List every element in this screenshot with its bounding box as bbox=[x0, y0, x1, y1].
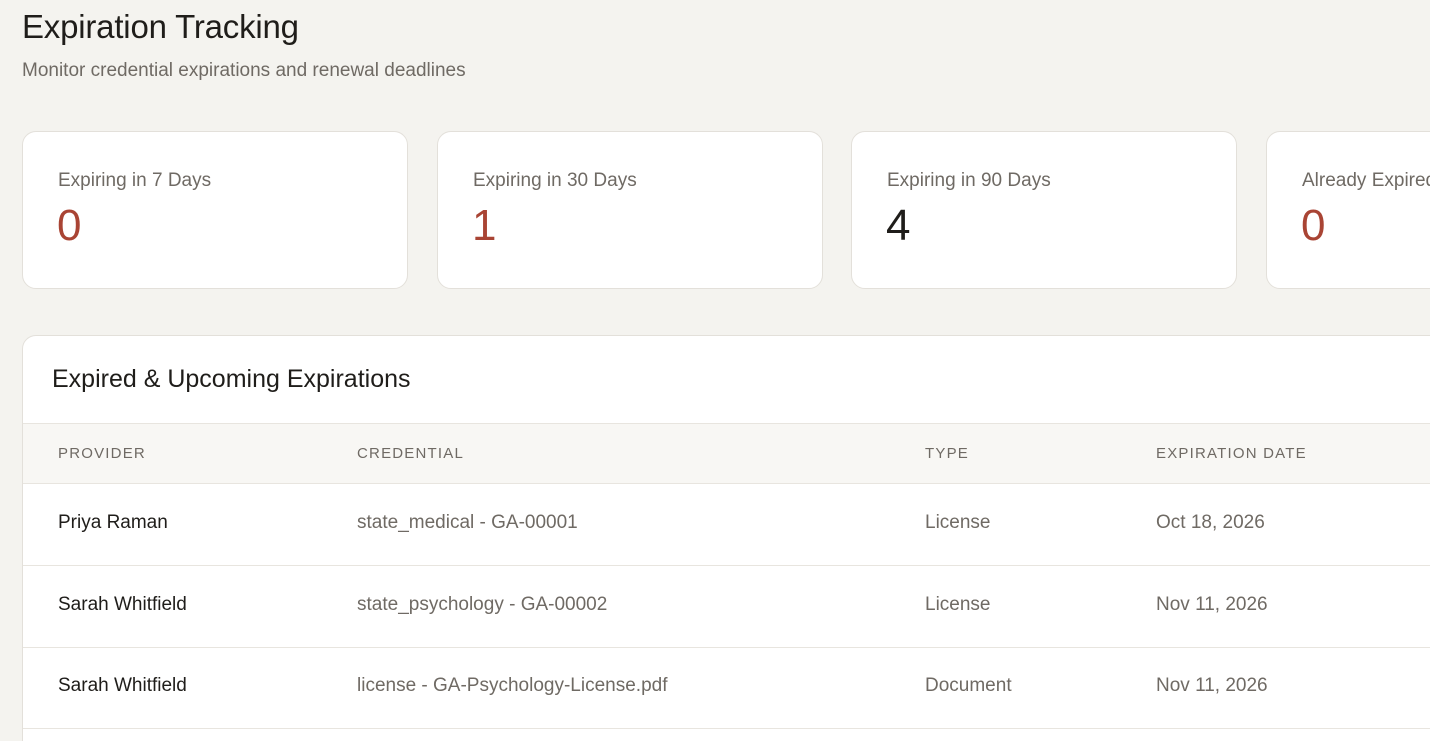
column-header-credential[interactable]: Credential bbox=[357, 445, 464, 462]
expiration-date: Oct 18, 2026 bbox=[1156, 512, 1265, 533]
stat-value: 0 bbox=[57, 201, 82, 250]
credential-name: state_psychology - GA-00002 bbox=[357, 594, 608, 615]
credential-name: state_medical - GA-00001 bbox=[357, 512, 578, 533]
column-header-expiration-date[interactable]: Expiration Date bbox=[1156, 445, 1307, 462]
expiration-date: Nov 11, 2026 bbox=[1156, 594, 1268, 615]
table-row[interactable]: Sarah Whitfield state_psychology - GA-00… bbox=[23, 566, 1430, 648]
expiration-date: Nov 11, 2026 bbox=[1156, 675, 1268, 696]
stat-label: Expiring in 7 Days bbox=[58, 170, 212, 191]
provider-name: Sarah Whitfield bbox=[58, 594, 187, 615]
table-row[interactable]: Sarah Whitfield license - GA-Psychology-… bbox=[23, 647, 1430, 729]
column-header-provider[interactable]: Provider bbox=[58, 445, 146, 462]
page-subtitle: Monitor credential expirations and renew… bbox=[22, 60, 466, 81]
stat-label: Expiring in 90 Days bbox=[887, 170, 1051, 191]
stat-card-expiring-7-days: Expiring in 7 Days 0 bbox=[22, 131, 408, 289]
table-row[interactable]: Priya Raman state_medical - GA-00001 Lic… bbox=[23, 484, 1430, 566]
credential-name: license - GA-Psychology-License.pdf bbox=[357, 675, 668, 696]
provider-name: Sarah Whitfield bbox=[58, 675, 187, 696]
expiration-tracking-page: Expiration Tracking Monitor credential e… bbox=[0, 0, 1430, 741]
stat-card-already-expired: Already Expired 0 bbox=[1266, 131, 1430, 289]
credential-type: Document bbox=[925, 675, 1012, 696]
credential-type: License bbox=[925, 594, 991, 615]
table-header: Provider Credential Type Expiration Date bbox=[23, 423, 1430, 484]
stat-label: Already Expired bbox=[1302, 170, 1430, 191]
page-title: Expiration Tracking bbox=[22, 8, 299, 45]
stat-value: 1 bbox=[472, 201, 497, 250]
stat-card-expiring-90-days: Expiring in 90 Days 4 bbox=[851, 131, 1237, 289]
expirations-table-card: Expired & Upcoming Expirations Provider … bbox=[22, 335, 1430, 741]
column-header-type[interactable]: Type bbox=[925, 445, 969, 462]
stat-card-expiring-30-days: Expiring in 30 Days 1 bbox=[437, 131, 823, 289]
stat-value: 4 bbox=[886, 201, 911, 250]
stat-value: 0 bbox=[1301, 201, 1326, 250]
table-title: Expired & Upcoming Expirations bbox=[52, 365, 411, 393]
stat-label: Expiring in 30 Days bbox=[473, 170, 637, 191]
credential-type: License bbox=[925, 512, 991, 533]
provider-name: Priya Raman bbox=[58, 512, 168, 533]
